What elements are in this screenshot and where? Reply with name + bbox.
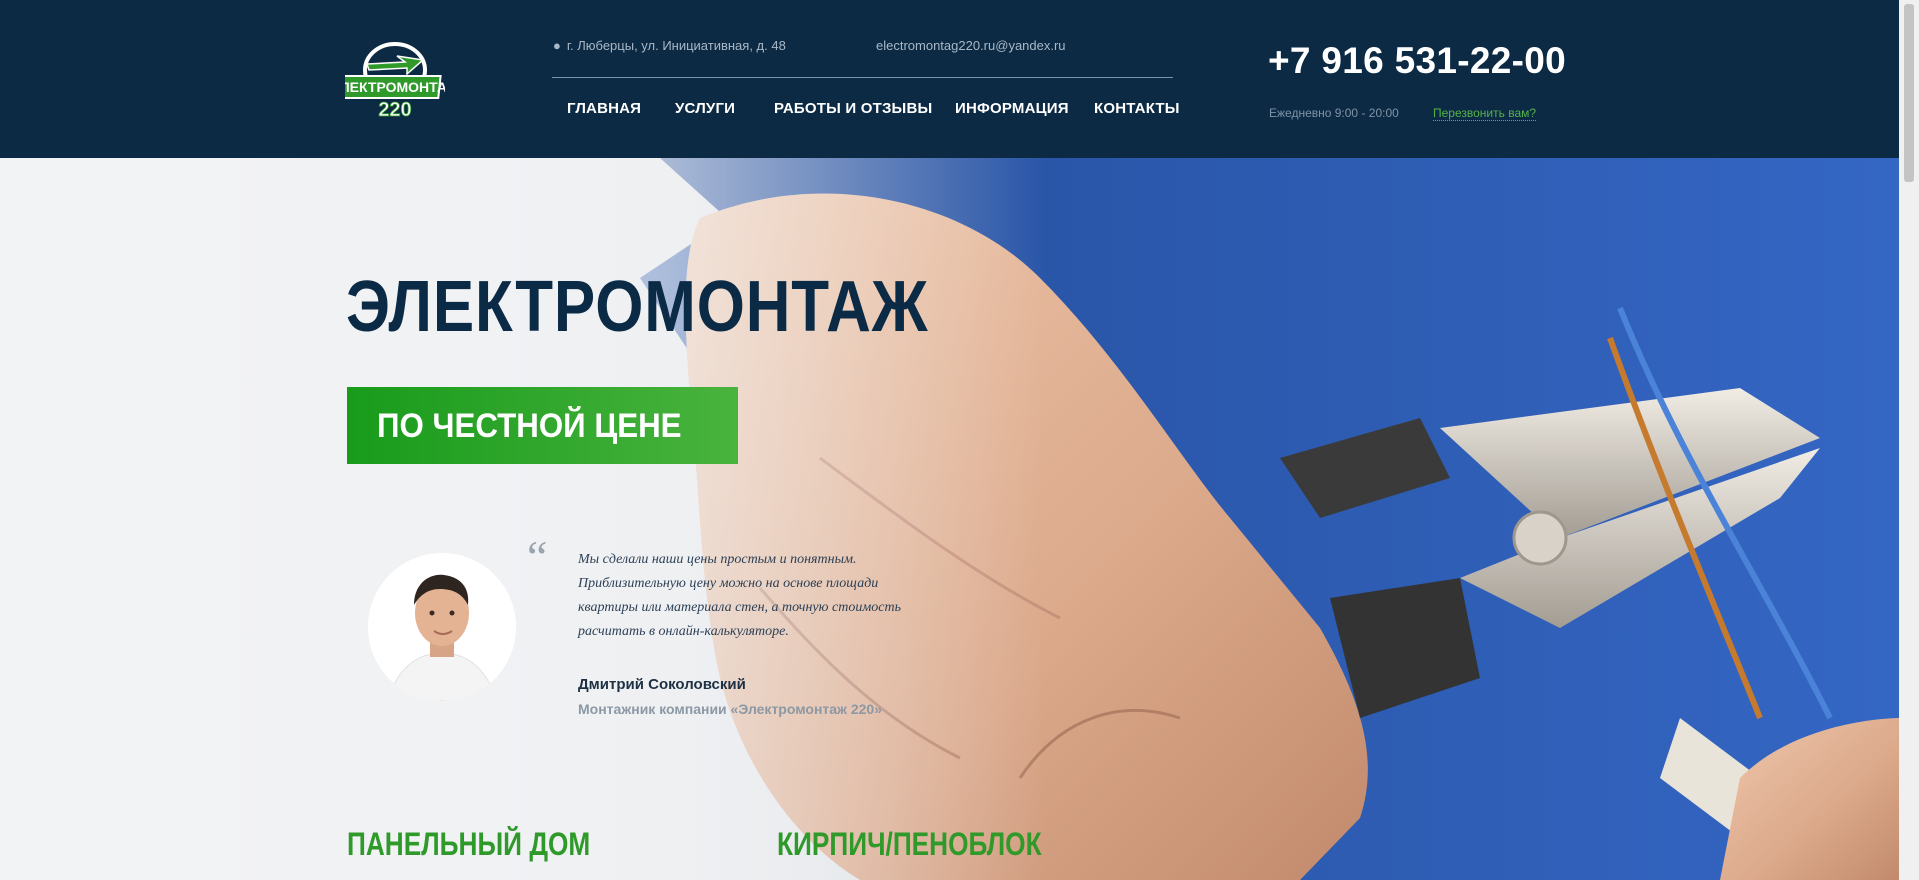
location-pin-icon: ● [553, 38, 561, 53]
nav-home[interactable]: ГЛАВНАЯ [567, 100, 641, 117]
scrollbar-thumb[interactable] [1904, 4, 1914, 182]
quote-icon: “ [527, 531, 548, 582]
page-scrollbar[interactable] [1899, 0, 1919, 880]
honest-price-badge: ПО ЧЕСТНОЙ ЦЕНЕ [347, 387, 738, 464]
quote-line: квартиры или материала стен, а точную ст… [578, 600, 901, 615]
quote-line: Мы сделали наши цены простым и понятным. [578, 552, 857, 567]
honest-price-text: ПО ЧЕСТНОЙ ЦЕНЕ [377, 407, 682, 445]
working-hours: Ежедневно 9:00 - 20:00 [1269, 106, 1399, 120]
author-role: Монтажник компании «Электромонтаж 220» [578, 701, 883, 717]
nav-contacts[interactable]: КОНТАКТЫ [1094, 100, 1180, 117]
callback-link[interactable]: Перезвонить вам? [1433, 106, 1537, 121]
nav-information[interactable]: ИНФОРМАЦИЯ [955, 100, 1069, 117]
category-brick-foamblock[interactable]: КИРПИЧ/ПЕНОБЛОК [777, 826, 1042, 863]
category-panel-house[interactable]: ПАНЕЛЬНЫЙ ДОМ [347, 826, 590, 863]
logo-text-bottom: 220 [378, 99, 411, 121]
testimonial-quote: Мы сделали наши цены простым и понятным.… [578, 548, 988, 644]
phone-number[interactable]: +7 916 531-22-00 [1268, 40, 1566, 82]
site-header: ЭЛЕКТРОМОНТАЖ 220 ● г. Люберцы, ул. Иници… [0, 0, 1899, 158]
hero-title: ЭЛЕКТРОМОНТАЖ [346, 267, 929, 347]
email-link[interactable]: electromontag220.ru@yandex.ru [876, 38, 1066, 53]
hero-background-image [0, 158, 1899, 880]
address: ● г. Люберцы, ул. Инициативная, д. 48 [553, 38, 786, 53]
nav-services[interactable]: УСЛУГИ [675, 100, 735, 117]
logo-text-top: ЭЛЕКТРОМОНТАЖ [345, 79, 445, 95]
nav-works-reviews[interactable]: РАБОТЫ И ОТЗЫВЫ [774, 100, 932, 117]
quote-line: Приблизительную цену можно на основе пло… [578, 576, 879, 591]
address-text: г. Люберцы, ул. Инициативная, д. 48 [566, 38, 786, 53]
author-avatar [368, 553, 516, 701]
quote-line: расчитать в онлайн-калькуляторе. [578, 624, 789, 639]
header-divider [552, 77, 1173, 78]
author-name: Дмитрий Соколовский [578, 676, 746, 693]
company-logo[interactable]: ЭЛЕКТРОМОНТАЖ 220 [345, 34, 445, 124]
hero-section: ЭЛЕКТРОМОНТАЖ ПО ЧЕСТНОЙ ЦЕНЕ “ Мы сдела… [0, 158, 1899, 880]
